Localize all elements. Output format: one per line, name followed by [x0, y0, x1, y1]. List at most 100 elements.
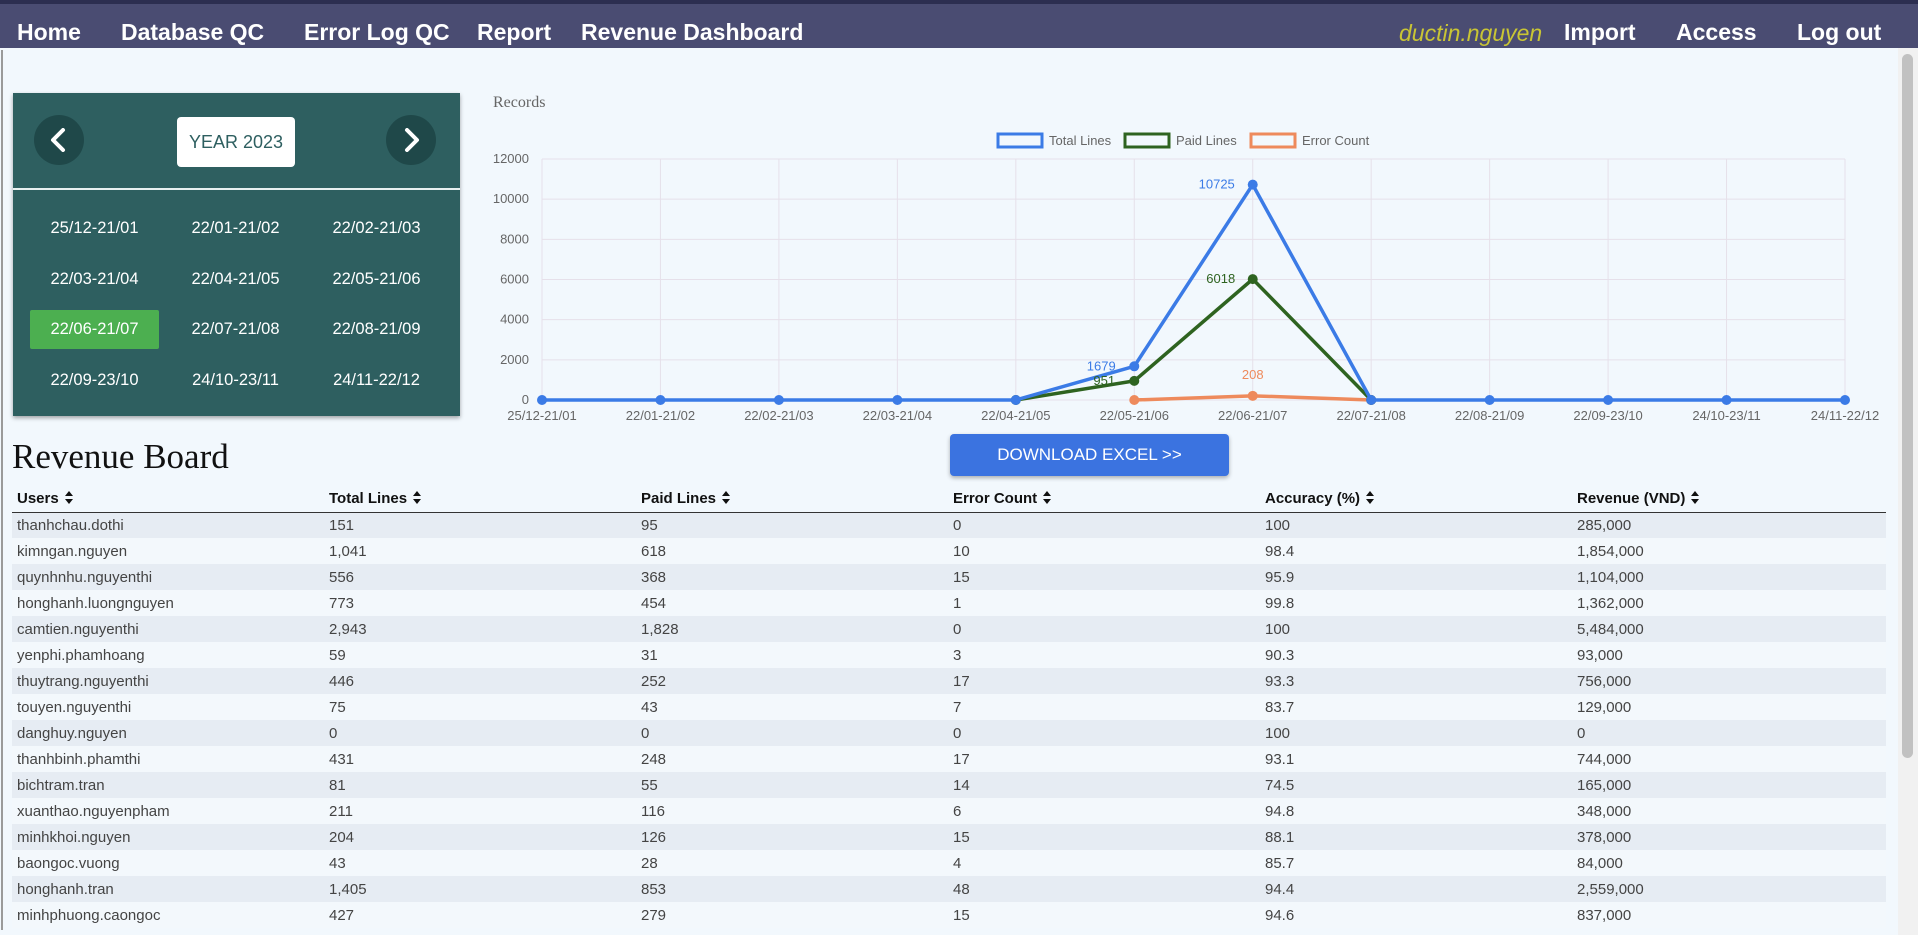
period-button-4[interactable]: 22/03-21/04 [30, 260, 159, 299]
table-cell: 348,000 [1572, 798, 1886, 824]
table-row: thanhbinh.phamthi 431 248 17 93.1 744,000 [12, 746, 1886, 772]
nav-error-log-qc-link[interactable]: Error Log QC [304, 19, 450, 46]
period-button-9[interactable]: 22/08-21/09 [312, 310, 441, 349]
data-point [1840, 395, 1850, 405]
y-tick-label: 10000 [493, 191, 529, 206]
period-button-2[interactable]: 22/01-21/02 [171, 209, 300, 248]
year-selector[interactable]: YEAR 2023 [177, 117, 295, 167]
table-cell: 5,484,000 [1572, 616, 1886, 642]
sort-icon[interactable] [64, 490, 73, 508]
table-row: minhphuong.caongoc 427 279 15 94.6 837,000 [12, 902, 1886, 928]
next-year-button[interactable] [386, 115, 436, 165]
table-cell: 1,362,000 [1572, 590, 1886, 616]
table-cell: minhkhoi.nguyen [12, 824, 324, 850]
table-cell: 100 [1260, 616, 1572, 642]
table-cell: 0 [948, 616, 1260, 642]
period-button-7[interactable]: 22/06-21/07 [30, 310, 159, 349]
table-cell: 100 [1260, 720, 1572, 746]
vertical-scrollbar[interactable] [1898, 48, 1918, 935]
x-tick-label: 22/06-21/07 [1218, 408, 1287, 423]
table-cell: 95 [636, 512, 948, 538]
period-button-8[interactable]: 22/07-21/08 [171, 310, 300, 349]
sort-icon[interactable] [1366, 490, 1375, 508]
period-button-12[interactable]: 24/11-22/12 [312, 361, 441, 400]
table-cell: yenphi.phamhoang [12, 642, 324, 668]
table-cell: 17 [948, 668, 1260, 694]
table-cell: 10 [948, 538, 1260, 564]
table-cell: 248 [636, 746, 948, 772]
nav-import-link[interactable]: Import [1564, 19, 1636, 46]
table-row: honghanh.tran 1,405 853 48 94.4 2,559,000 [12, 876, 1886, 902]
column-header-total-lines[interactable]: Total Lines [324, 486, 636, 513]
data-label: 6018 [1206, 271, 1235, 286]
y-tick-label: 12000 [493, 151, 529, 166]
table-cell: 129,000 [1572, 694, 1886, 720]
table-row: yenphi.phamhoang 59 31 3 90.3 93,000 [12, 642, 1886, 668]
period-button-10[interactable]: 22/09-23/10 [30, 361, 159, 400]
legend-label: Paid Lines [1176, 133, 1237, 148]
nav-revenue-dashboard-link[interactable]: Revenue Dashboard [581, 19, 803, 46]
data-point [1484, 395, 1495, 405]
table-cell: 744,000 [1572, 746, 1886, 772]
column-header-revenue-vnd[interactable]: Revenue (VND) [1572, 486, 1886, 513]
sort-icon[interactable] [413, 490, 422, 508]
table-cell: camtien.nguyenthi [12, 616, 324, 642]
column-header-label: Users [17, 489, 59, 507]
table-cell: danghuy.nguyen [12, 720, 324, 746]
table-cell: 48 [948, 876, 1260, 902]
current-user-name: ductin.nguyen [1399, 20, 1543, 46]
table-cell: 75 [324, 694, 636, 720]
column-header-users[interactable]: Users [12, 486, 324, 513]
table-cell: xuanthao.nguyenpham [12, 798, 324, 824]
download-excel-button[interactable]: DOWNLOAD EXCEL >> [950, 434, 1229, 476]
sort-icon[interactable] [722, 490, 731, 508]
table-cell: 15 [948, 824, 1260, 850]
period-button-1[interactable]: 25/12-21/01 [30, 209, 159, 248]
table-body: thanhchau.dothi 151 95 0 100 285,000 kimngan.n… [12, 512, 1886, 928]
y-tick-label: 0 [522, 392, 529, 407]
table-cell: 3 [948, 642, 1260, 668]
nav-access-link[interactable]: Access [1676, 19, 1757, 46]
data-label: 208 [1242, 367, 1264, 382]
series-line [542, 182, 1845, 402]
nav-home-link[interactable]: Home [17, 19, 81, 46]
table-cell: 28 [636, 850, 948, 876]
table-cell: 31 [636, 642, 948, 668]
table-cell: 151 [324, 512, 636, 538]
period-button-5[interactable]: 22/04-21/05 [171, 260, 300, 299]
table-cell: 773 [324, 590, 636, 616]
y-tick-label: 8000 [500, 231, 529, 246]
column-header-paid-lines[interactable]: Paid Lines [636, 486, 948, 513]
table-row: quynhnhu.nguyenthi 556 368 15 95.9 1,104,000 [12, 564, 1886, 590]
data-label: 1679 [1087, 358, 1116, 373]
legend-label: Error Count [1302, 133, 1370, 148]
column-header-accuracy[interactable]: Accuracy (%) [1260, 486, 1572, 513]
table-cell: 1,104,000 [1572, 564, 1886, 590]
scrollbar-thumb[interactable] [1902, 54, 1913, 758]
period-button-6[interactable]: 22/05-21/06 [312, 260, 441, 299]
table-row: bichtram.tran 81 55 14 74.5 165,000 [12, 772, 1886, 798]
data-point [1247, 390, 1258, 401]
table-cell: 93,000 [1572, 642, 1886, 668]
table-cell: 618 [636, 538, 948, 564]
table-cell: 0 [636, 720, 948, 746]
table-cell: 43 [636, 694, 948, 720]
sort-icon[interactable] [1043, 490, 1052, 508]
period-button-11[interactable]: 24/10-23/11 [171, 361, 300, 400]
data-label: 951 [1093, 373, 1115, 388]
table-cell: 81 [324, 772, 636, 798]
top-navbar: Home Database QC Error Log QC Report Rev… [0, 0, 1918, 48]
table-cell: 2,943 [324, 616, 636, 642]
column-header-error-count[interactable]: Error Count [948, 486, 1260, 513]
period-calendar: YEAR 2023 25/12-21/01 22/01-21/02 22/02-21… [13, 93, 460, 416]
table-cell: 43 [324, 850, 636, 876]
sort-icon[interactable] [1691, 490, 1700, 508]
nav-report-link[interactable]: Report [477, 19, 551, 46]
table-cell: 0 [1572, 720, 1886, 746]
nav-database-qc-link[interactable]: Database QC [121, 19, 264, 46]
nav-logout-link[interactable]: Log out [1797, 19, 1881, 46]
table-cell: 837,000 [1572, 902, 1886, 928]
period-button-3[interactable]: 22/02-21/03 [312, 209, 441, 248]
previous-year-button[interactable] [34, 115, 84, 165]
table-cell: minhphuong.caongoc [12, 902, 324, 928]
